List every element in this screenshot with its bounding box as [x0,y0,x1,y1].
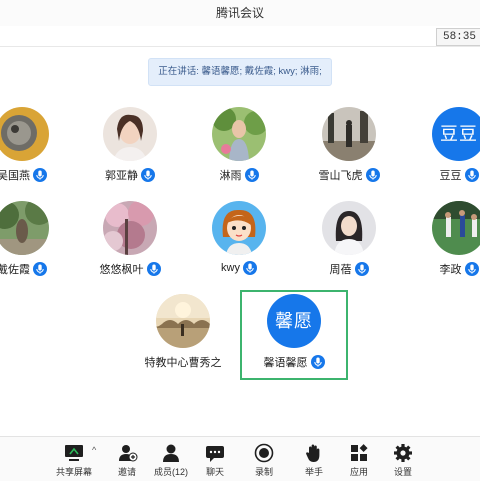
members-button[interactable]: 成员(12) [147,437,195,481]
participant-tile[interactable]: 特教中心曹秀之 [128,294,238,369]
record-label: 录制 [254,467,273,477]
microphone-icon[interactable] [146,262,161,276]
apps-icon [351,444,368,461]
participant-name: 戴佐霞 [0,264,30,276]
avatar [432,201,480,255]
gear-icon [394,444,412,462]
settings-label: 设置 [393,467,412,477]
avatar: 馨愿 [267,294,321,348]
microphone-icon[interactable] [141,168,155,182]
participant-tile[interactable]: 雪山飞虎 [294,107,404,182]
avatar [0,201,49,255]
share-screen-button[interactable]: 共享屏幕 [50,437,98,481]
avatar [156,294,210,348]
invite-label: 邀请 [117,467,136,477]
microphone-icon[interactable] [464,262,479,276]
record-icon [254,443,274,463]
participant-name: 郭亚静 [105,170,138,182]
participant-name: 雪山飞虎 [318,170,363,182]
participant-name: 特教中心曹秀之 [144,357,222,369]
avatar [103,201,157,255]
participant-name: kwy [221,262,240,274]
participant-tile[interactable]: kwy [184,201,294,275]
participant-tile[interactable]: 李政 [404,201,480,276]
chat-label: 聊天 [205,467,224,477]
participant-name: 馨语馨愿 [263,357,308,369]
microphone-icon[interactable] [33,262,47,276]
avatar [103,107,157,161]
avatar [0,107,49,161]
apps-button[interactable]: 应用 [335,437,383,481]
participant-name: 吴国燕 [0,170,30,182]
raise-hand-label: 举手 [304,467,323,477]
participant-tile[interactable]: 淋雨 [184,107,294,182]
participant-tile[interactable]: 吴国燕 [0,107,77,182]
microphone-icon[interactable] [365,168,380,182]
speaking-banner: 正在讲话: 馨语馨愿; 戴佐霞; kwy; 淋雨; [148,58,332,86]
hand-icon [306,444,320,462]
participant-tile[interactable]: 戴佐霞 [0,201,77,276]
settings-button[interactable]: 设置 [379,437,427,481]
share-screen-icon [65,445,83,461]
window-title-bar: 腾讯会议 [0,0,480,27]
participant-name: 周蓓 [329,264,352,276]
record-button[interactable]: 录制 [240,437,288,481]
participant-tile[interactable]: 悠悠枫叶 [75,201,185,276]
members-icon [163,444,179,462]
microphone-icon[interactable] [310,355,325,369]
microphone-icon[interactable] [33,168,47,182]
participant-name: 李政 [439,264,462,276]
participant-name: 悠悠枫叶 [99,264,144,276]
meeting-toolbar: 共享屏幕 ^ 邀请 成员(12) 聊天 录制 举手 应用 设置 [0,436,480,481]
microphone-icon[interactable] [244,168,259,182]
participant-tile[interactable]: 馨愿 馨语馨愿 [239,294,349,369]
window-title: 腾讯会议 [215,6,264,20]
participant-tile[interactable]: 豆豆 豆豆 [404,107,480,182]
participant-name: 豆豆 [439,170,462,182]
meeting-timer: 58:35 [435,28,480,46]
apps-label: 应用 [349,467,368,477]
microphone-icon[interactable] [464,168,479,182]
avatar [212,107,266,161]
chevron-up-icon[interactable]: ^ [92,445,96,455]
avatar [212,201,266,255]
avatar [322,201,376,255]
microphone-icon[interactable] [354,262,369,276]
meeting-info-bar: 58:35 [0,26,480,47]
members-label: 成员(12) [153,467,188,477]
participant-tile[interactable]: 郭亚静 [75,107,185,182]
participant-name: 淋雨 [219,170,242,182]
invite-button[interactable]: 邀请 [103,437,151,481]
raise-hand-button[interactable]: 举手 [290,437,338,481]
microphone-icon[interactable] [242,261,257,275]
share-screen-label: 共享屏幕 [55,467,92,477]
chat-button[interactable]: 聊天 [191,437,239,481]
participant-tile[interactable]: 周蓓 [294,201,404,276]
avatar: 豆豆 [432,107,480,161]
avatar [322,107,376,161]
chat-icon [206,446,224,462]
add-user-icon [119,445,138,462]
